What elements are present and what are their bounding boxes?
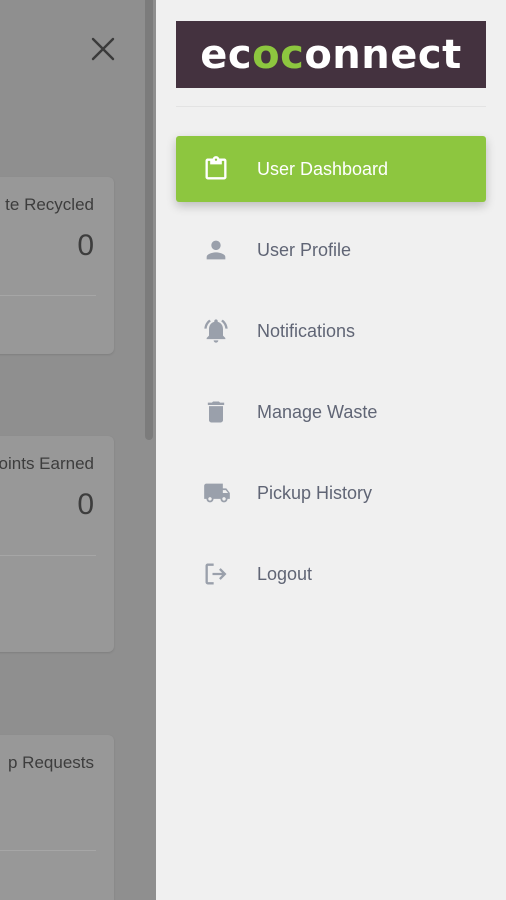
person-icon: [202, 236, 230, 264]
stat-value: 0: [77, 229, 94, 262]
nav-label: Manage Waste: [257, 401, 378, 422]
nav-label: User Dashboard: [257, 158, 389, 179]
trash-icon: [202, 398, 230, 426]
logo-text: ecoconnect: [200, 31, 462, 78]
drawer-divider: [176, 106, 486, 107]
stat-label: oints Earned: [0, 454, 94, 473]
logout-icon: [202, 560, 230, 588]
stat-value: 0: [77, 488, 94, 521]
nav-item-notifications[interactable]: Notifications: [176, 298, 486, 364]
nav-label: Notifications: [257, 320, 356, 341]
card-divider: [0, 850, 96, 851]
stat-card-waste-recycled: te Recycled 0: [0, 177, 114, 354]
scrollbar[interactable]: [145, 0, 153, 440]
stat-card-pickup-requests: p Requests: [0, 735, 114, 900]
stat-label: te Recycled: [5, 195, 94, 214]
background-dashboard: te Recycled 0 oints Earned 0 p Requests: [0, 0, 156, 900]
nav-item-manage-waste[interactable]: Manage Waste: [176, 379, 486, 445]
nav-label: User Profile: [257, 239, 352, 260]
nav-item-pickup-history[interactable]: Pickup History: [176, 460, 486, 526]
app-logo: ecoconnect: [176, 21, 486, 88]
close-icon: [91, 37, 115, 61]
stat-card-points-earned: oints Earned 0: [0, 436, 114, 652]
nav-item-user-dashboard[interactable]: User Dashboard: [176, 136, 486, 202]
stat-label: p Requests: [8, 753, 94, 772]
bell-icon: [202, 317, 230, 345]
nav-label: Pickup History: [257, 482, 373, 503]
card-divider: [0, 555, 96, 556]
truck-icon: [202, 479, 230, 507]
card-divider: [0, 295, 96, 296]
close-drawer-button[interactable]: [88, 34, 118, 64]
clipboard-icon: [202, 155, 230, 183]
nav-label: Logout: [257, 563, 313, 584]
navigation-drawer: ecoconnect User Dashboard User Profile N…: [156, 0, 506, 900]
nav-item-logout[interactable]: Logout: [176, 541, 486, 607]
nav-item-user-profile[interactable]: User Profile: [176, 217, 486, 283]
